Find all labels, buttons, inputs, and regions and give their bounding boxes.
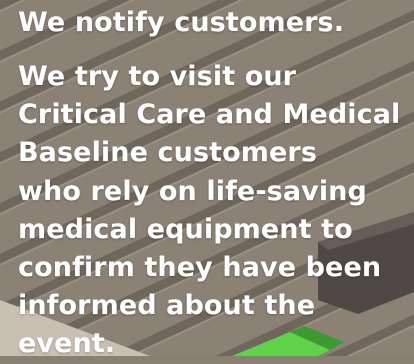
body-line: informed about the xyxy=(18,290,316,322)
body-line: We try to visit our xyxy=(18,61,297,92)
body-line: event. xyxy=(18,328,116,360)
body-line: Baseline customers xyxy=(18,137,318,169)
heading: We notify customers. xyxy=(18,7,345,38)
body-line: confirm they have been xyxy=(18,252,382,284)
body-line: medical equipment to xyxy=(18,213,353,245)
body-paragraph: We try to visit our Critical Care and Me… xyxy=(18,58,414,364)
body-line: Critical Care and Medical xyxy=(18,99,401,131)
body-line: who rely on life-saving xyxy=(18,175,367,207)
